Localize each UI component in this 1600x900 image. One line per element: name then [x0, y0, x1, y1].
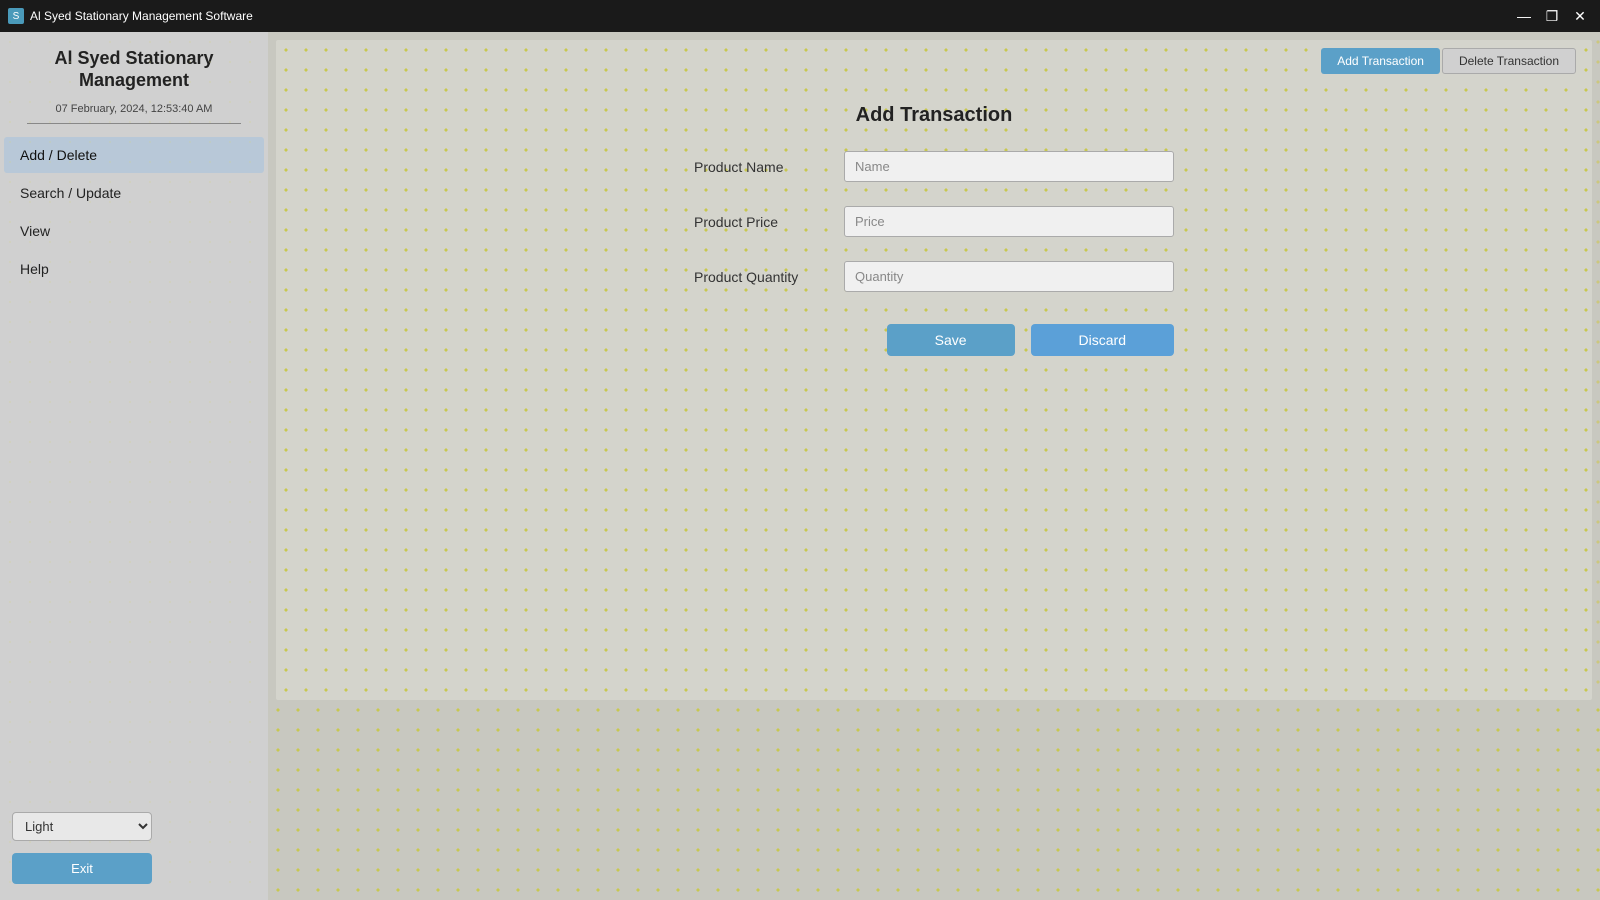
sidebar-item-view[interactable]: View — [4, 213, 264, 249]
title-bar: S Al Syed Stationary Management Software… — [0, 0, 1600, 32]
sidebar-bottom: Light Dark Exit — [12, 812, 152, 884]
close-button[interactable]: ✕ — [1568, 4, 1592, 28]
product-quantity-row: Product Quantity — [694, 261, 1174, 292]
sidebar-item-search-update[interactable]: Search / Update — [4, 175, 264, 211]
exit-button[interactable]: Exit — [12, 853, 152, 884]
window-controls: — ❐ ✕ — [1512, 4, 1592, 28]
bottom-area — [268, 700, 1600, 900]
product-quantity-label: Product Quantity — [694, 269, 844, 285]
product-name-input[interactable] — [844, 151, 1174, 182]
discard-button[interactable]: Discard — [1031, 324, 1174, 356]
restore-button[interactable]: ❐ — [1540, 4, 1564, 28]
sidebar-item-help[interactable]: Help — [4, 251, 264, 287]
minimize-button[interactable]: — — [1512, 4, 1536, 28]
form-buttons: Save Discard — [694, 324, 1174, 356]
save-button[interactable]: Save — [887, 324, 1015, 356]
product-price-row: Product Price — [694, 206, 1174, 237]
product-price-label: Product Price — [694, 214, 844, 230]
transaction-panel: Add Transaction Delete Transaction Add T… — [276, 40, 1592, 700]
theme-selector[interactable]: Light Dark — [12, 812, 152, 841]
tab-add-transaction[interactable]: Add Transaction — [1321, 48, 1440, 74]
datetime-display: 07 February, 2024, 12:53:40 AM — [0, 103, 268, 115]
product-price-input[interactable] — [844, 206, 1174, 237]
sidebar-nav: Add / Delete Search / Update View Help — [0, 136, 268, 288]
title-bar-left: S Al Syed Stationary Management Software — [8, 8, 253, 24]
form-section: Add Transaction Product Name Product Pri… — [276, 84, 1592, 376]
product-name-row: Product Name — [694, 151, 1174, 182]
product-quantity-input[interactable] — [844, 261, 1174, 292]
window-title: Al Syed Stationary Management Software — [30, 9, 253, 23]
tab-buttons: Add Transaction Delete Transaction — [1321, 48, 1576, 74]
sidebar: Al Syed Stationary Management 07 Februar… — [0, 32, 268, 900]
tab-delete-transaction[interactable]: Delete Transaction — [1442, 48, 1576, 74]
form-title: Add Transaction — [856, 104, 1013, 127]
product-name-label: Product Name — [694, 159, 844, 175]
app-icon: S — [8, 8, 24, 24]
sidebar-divider — [27, 123, 241, 124]
main-content: Add Transaction Delete Transaction Add T… — [268, 32, 1600, 900]
sidebar-item-add-delete[interactable]: Add / Delete — [4, 137, 264, 173]
app-title: Al Syed Stationary Management — [0, 48, 268, 95]
app-container: Al Syed Stationary Management 07 Februar… — [0, 32, 1600, 900]
